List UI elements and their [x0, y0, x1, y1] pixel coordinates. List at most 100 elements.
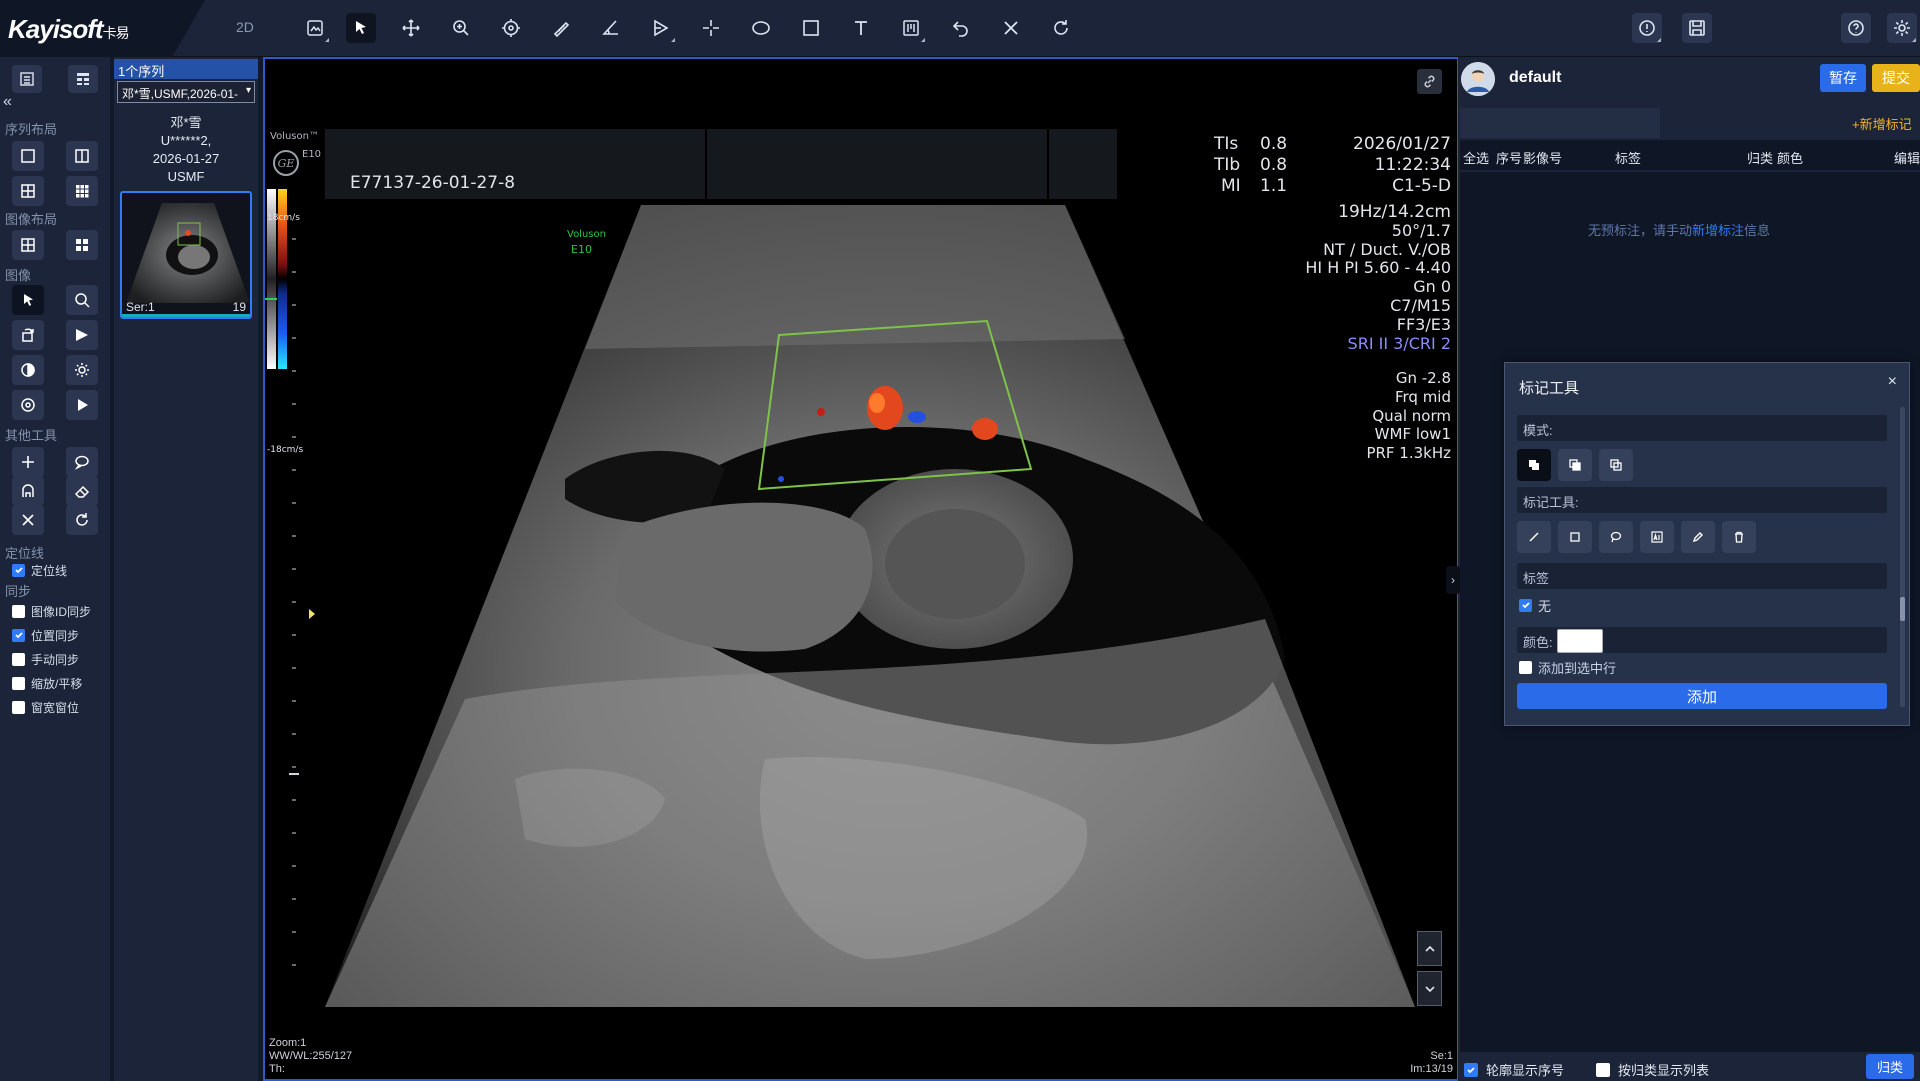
image-view-button[interactable]	[300, 13, 330, 43]
undo-button[interactable]	[946, 13, 976, 43]
rectangle-button[interactable]	[796, 13, 826, 43]
avatar[interactable]	[1461, 62, 1495, 96]
scroll-up-button[interactable]	[1417, 931, 1442, 966]
mi-value: 1.1	[1260, 176, 1288, 196]
layout-1x2-button[interactable]	[66, 141, 98, 171]
length-button[interactable]	[546, 13, 576, 43]
angle-button[interactable]	[596, 13, 626, 43]
mode-add-button[interactable]	[1558, 449, 1592, 481]
brand-name-cn: 卡易	[102, 25, 130, 41]
image-zoom-button[interactable]	[66, 285, 98, 315]
pointer-icon	[356, 21, 366, 34]
series-select[interactable]: 邓*雪,USMF,2026-01- ▾	[117, 81, 255, 103]
ai-tool-button[interactable]	[1640, 521, 1674, 553]
zoom-button[interactable]	[446, 13, 476, 43]
mode-subtract-button[interactable]	[1599, 449, 1633, 481]
image-rotate-button[interactable]	[12, 320, 44, 350]
image-layout-3x3-button[interactable]	[66, 230, 98, 260]
list-by-category-checkbox[interactable]: 按归类显示列表	[1596, 1060, 1709, 1079]
brush-tool-button[interactable]	[1517, 521, 1551, 553]
image-layout-label: 图像布局	[5, 212, 58, 227]
panel-expand-button[interactable]: ›	[1446, 566, 1460, 594]
layout-1x1-button[interactable]	[12, 141, 44, 171]
series-thumbnail[interactable]: Ser:1 19	[120, 191, 252, 319]
clear-button[interactable]	[12, 505, 44, 535]
mode-2d-label[interactable]: 2D	[236, 19, 254, 35]
add-tool-button[interactable]	[12, 447, 44, 477]
info-button[interactable]	[1632, 13, 1662, 43]
save-draft-button[interactable]: 暂存	[1820, 64, 1866, 92]
image-brightness-button[interactable]	[66, 355, 98, 385]
index-header: 序号	[1496, 151, 1523, 166]
trash-tool-button[interactable]	[1722, 521, 1756, 553]
image-layout-2x2-button[interactable]	[12, 230, 44, 260]
dialog-close-button[interactable]: ×	[1888, 373, 1897, 391]
layout-1x1-icon	[21, 149, 35, 163]
pan-button[interactable]	[396, 13, 426, 43]
probe-overlay: C1-5-D	[1392, 176, 1451, 196]
classify-button[interactable]: 归类	[1866, 1054, 1914, 1079]
layout-2x2-button[interactable]	[12, 176, 44, 206]
grid-view-button[interactable]	[68, 65, 98, 93]
sync-zoom-pan-checkbox[interactable]: 缩放/平移	[12, 675, 82, 691]
pointer-button[interactable]	[346, 13, 376, 43]
device-model: E10	[302, 149, 322, 160]
show-contour-index-checkbox[interactable]: 轮廓显示序号	[1464, 1060, 1564, 1079]
delete-button[interactable]	[996, 13, 1026, 43]
rect-tool-button[interactable]	[1558, 521, 1592, 553]
layout-3x3-button[interactable]	[66, 176, 98, 206]
refresh-button[interactable]	[66, 505, 98, 535]
add-button[interactable]: 添加	[1517, 683, 1887, 709]
crosshair-button[interactable]	[696, 13, 726, 43]
sync-window-level-checkbox[interactable]: 窗宽窗位	[12, 699, 79, 715]
pen-tool-button[interactable]	[1681, 521, 1715, 553]
zoom-level: Zoom:1	[269, 1037, 307, 1049]
sync-image-id-checkbox[interactable]: 图像ID同步	[12, 603, 91, 619]
ruler-button[interactable]	[896, 13, 926, 43]
tag-none-checkbox[interactable]: 无	[1519, 597, 1551, 614]
image-pointer-button[interactable]	[12, 285, 44, 315]
image-viewport[interactable]: GE Voluson™ E10 E77137-26-01-27-8 TIs 0.…	[263, 57, 1459, 1081]
study-time-overlay: 11:22:34	[1374, 155, 1451, 175]
add-mark-link[interactable]: +新增标记	[1852, 114, 1912, 133]
arrow-button[interactable]	[646, 13, 676, 43]
tag-list-scroll-thumb[interactable]	[1900, 597, 1905, 621]
scroll-down-button[interactable]	[1417, 971, 1442, 1006]
link-viewports-button[interactable]	[1417, 69, 1442, 94]
magnify-button[interactable]	[496, 13, 526, 43]
add-annotation-link[interactable]: 新增标注	[1692, 223, 1744, 238]
series-count-tab[interactable]: 1个序列	[114, 59, 258, 79]
image-play-button[interactable]	[66, 390, 98, 420]
comment-icon	[74, 455, 89, 470]
rotate-icon	[22, 328, 34, 342]
eraser-button[interactable]	[66, 476, 98, 506]
lasso-tool-button[interactable]	[1599, 521, 1633, 553]
collapse-panel-button[interactable]: «	[3, 93, 12, 111]
mode-new-button[interactable]	[1517, 449, 1551, 481]
select-all-header[interactable]: 全选	[1463, 148, 1489, 167]
locator-line-checkbox[interactable]: 定位线	[12, 562, 67, 578]
comment-button[interactable]	[66, 447, 98, 477]
velocity-scale-bottom: -18cm/s	[267, 445, 304, 455]
submit-button[interactable]: 提交	[1872, 64, 1920, 92]
watermark-brand: Voluson	[567, 229, 606, 240]
sync-position-checkbox[interactable]: 位置同步	[12, 627, 79, 643]
sync-manual-checkbox[interactable]: 手动同步	[12, 651, 79, 667]
reset-button[interactable]	[1046, 13, 1076, 43]
save-image-button[interactable]	[1682, 13, 1712, 43]
color-picker[interactable]	[1557, 629, 1603, 653]
list-view-button[interactable]	[12, 65, 42, 93]
help-button[interactable]	[1841, 13, 1871, 43]
text-button[interactable]	[846, 13, 876, 43]
study-id: E77137-26-01-27-8	[350, 173, 516, 193]
lasso-button[interactable]	[12, 476, 44, 506]
ellipse-button[interactable]	[746, 13, 776, 43]
image-invert-button[interactable]	[12, 355, 44, 385]
add-to-selected-row-checkbox[interactable]: 添加到选中行	[1519, 659, 1616, 676]
settings-button[interactable]	[1887, 13, 1917, 43]
image-flip-button[interactable]	[66, 320, 98, 350]
image-auto-button[interactable]	[12, 390, 44, 420]
checkbox-checked-icon	[12, 563, 25, 577]
dialog-scrollbar[interactable]	[1900, 407, 1905, 707]
image-number: Im:13/19	[1410, 1063, 1453, 1075]
